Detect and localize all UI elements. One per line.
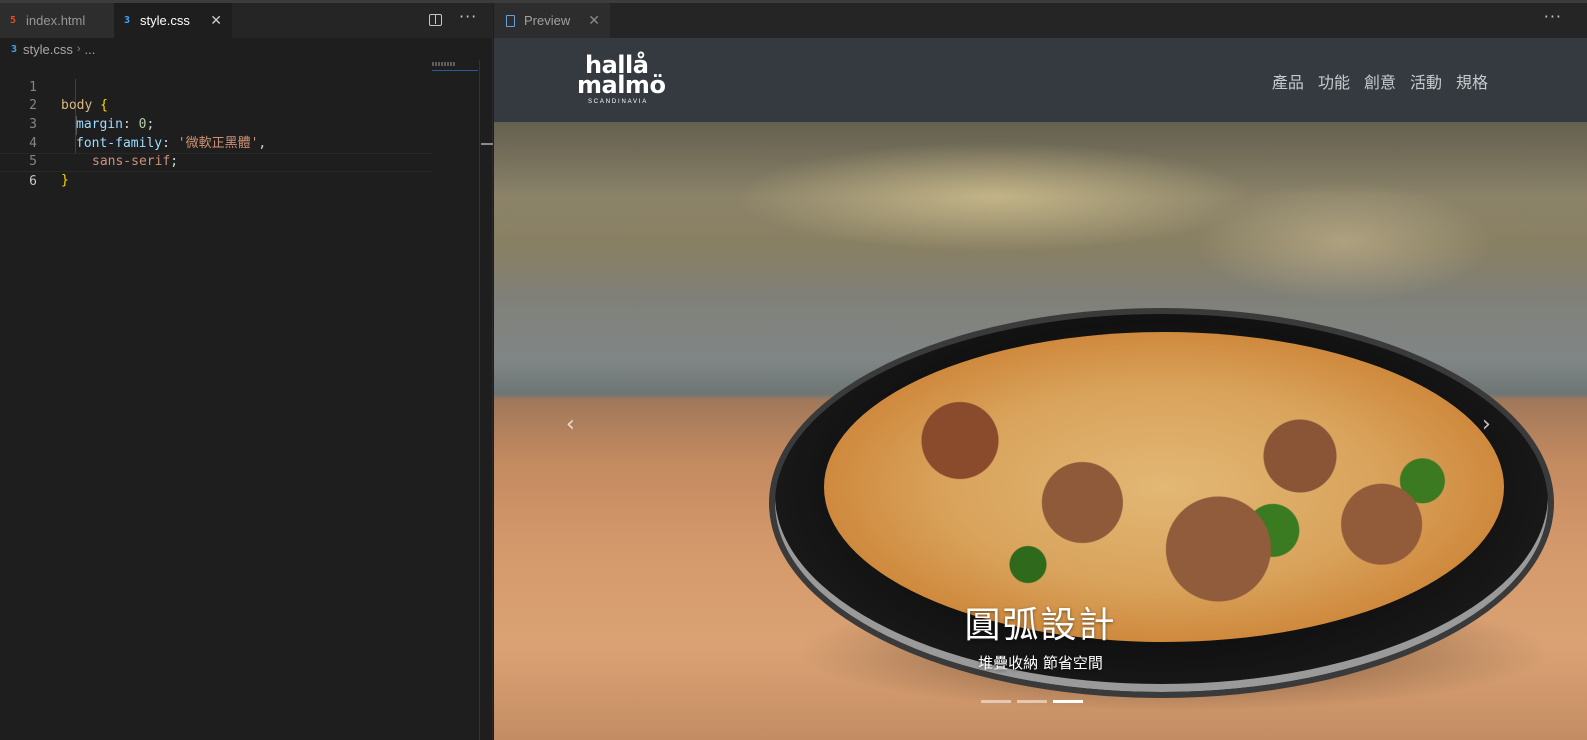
site-navbar: hallå malmö SCANDINAVIA 產品 功能 創意 活動 規格 — [494, 38, 1587, 122]
carousel-next-icon[interactable]: › — [1482, 412, 1491, 437]
brand-logo[interactable]: hallå malmö SCANDINAVIA — [577, 52, 667, 108]
nav-link-features[interactable]: 功能 — [1318, 69, 1350, 93]
tab-label: style.css — [140, 13, 190, 28]
breadcrumb: 3 style.css › ... — [0, 39, 493, 59]
minimap-viewport — [432, 70, 478, 71]
split-editor-icon[interactable] — [429, 14, 442, 26]
carousel-prev-icon[interactable]: ‹ — [566, 412, 575, 437]
background-bokeh — [1194, 182, 1494, 302]
carousel-caption-subtitle: 堆疊收納 節省空間 — [978, 654, 1103, 672]
vscode-window: 5 index.html 3 style.css ✕ ··· 3 style.c… — [0, 0, 1587, 740]
editor-group: 5 index.html 3 style.css ✕ ··· 3 style.c… — [0, 3, 493, 740]
css3-icon: 3 — [123, 15, 131, 26]
editor-tab-bar: 5 index.html 3 style.css ✕ ··· — [0, 3, 493, 38]
minimap[interactable] — [432, 60, 480, 74]
rendered-website: hallå malmö SCANDINAVIA 產品 功能 創意 活動 規格 ‹… — [494, 38, 1587, 740]
close-icon[interactable]: ✕ — [588, 12, 600, 29]
carousel-indicator-2[interactable] — [1017, 700, 1047, 703]
nav-link-specs[interactable]: 規格 — [1456, 69, 1488, 93]
html5-icon: 5 — [9, 15, 17, 26]
carousel-indicator-3[interactable] — [1053, 700, 1083, 703]
code-line: 3 font-family: '微軟正黑體', — [0, 97, 432, 151]
code-line: 5 } — [0, 135, 432, 188]
preview-group: Preview ✕ ··· hallå malmö SCANDINAVIA 產品… — [494, 3, 1587, 740]
breadcrumb-file[interactable]: style.css — [23, 42, 73, 57]
tab-label: index.html — [26, 13, 86, 28]
code-editor[interactable]: 1 body { 2 margin: 0; 3 font-family: '微軟… — [0, 60, 432, 189]
carousel-indicators — [981, 700, 1083, 703]
chevron-right-icon: › — [76, 43, 81, 55]
background-bokeh — [734, 142, 1254, 252]
hero-carousel: ‹ › 圓弧設計 堆疊收納 節省空間 — [494, 122, 1587, 740]
tab-style-css[interactable]: 3 style.css ✕ — [114, 3, 232, 38]
code-line: 1 body { — [0, 60, 432, 114]
code-line: 2 margin: 0; — [0, 79, 432, 132]
nav-link-events[interactable]: 活動 — [1410, 69, 1442, 93]
logo-line2: malmö — [577, 71, 666, 99]
more-actions-icon[interactable]: ··· — [459, 7, 477, 26]
nav-link-ideas[interactable]: 創意 — [1364, 69, 1396, 93]
preview-tab-bar: Preview ✕ ··· — [494, 3, 1587, 38]
vertical-scrollbar[interactable] — [479, 60, 493, 740]
tab-preview[interactable]: Preview ✕ — [494, 3, 610, 38]
close-icon[interactable]: ✕ — [210, 12, 222, 28]
code-line-current: 6 — [0, 153, 432, 189]
line-number: 6 — [29, 174, 37, 190]
breadcrumb-rest[interactable]: ... — [85, 42, 96, 57]
cursor-position-marker — [481, 143, 493, 145]
logo-tagline: SCANDINAVIA — [588, 99, 649, 105]
code-line: 4 sans-serif; — [0, 116, 432, 170]
css3-icon: 3 — [11, 43, 18, 55]
more-actions-icon[interactable]: ··· — [1544, 7, 1562, 26]
carousel-indicator-1[interactable] — [981, 700, 1011, 703]
tab-label: Preview — [524, 13, 571, 28]
carousel-caption-title: 圓弧設計 — [964, 605, 1117, 646]
tab-index-html[interactable]: 5 index.html — [0, 3, 114, 38]
site-menu: 產品 功能 創意 活動 規格 — [1272, 69, 1488, 93]
file-icon — [506, 14, 515, 27]
nav-link-products[interactable]: 產品 — [1272, 69, 1304, 93]
minimap-content — [432, 62, 456, 66]
